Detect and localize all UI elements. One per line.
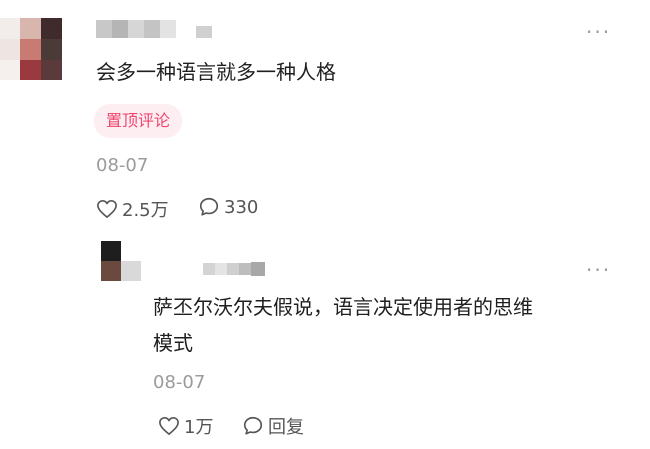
more-options-icon[interactable]: ··· [586,22,611,42]
like-count: 2.5万 [122,200,169,221]
reply-date: 08-07 [153,372,206,393]
reply-text-line-2: 模式 [153,331,193,355]
reply-like-count: 1万 [184,417,214,438]
reply-button[interactable]: 回复 [242,413,304,439]
like-button[interactable]: 2.5万 [96,196,169,222]
comment-bubble-icon [243,416,263,435]
reply-count: 330 [224,196,259,218]
reply-like-button[interactable]: 1万 [158,413,213,439]
comment-date: 08-07 [96,155,149,176]
reply-username[interactable] [203,262,265,276]
reply-label: 回复 [268,417,304,438]
reply-avatar[interactable] [101,241,141,281]
comment-text: 会多一种语言就多一种人格 [96,60,336,84]
reply-text-line-1: 萨丕尔沃尔夫假说，语言决定使用者的思维 [153,295,533,319]
reply-count-button[interactable]: 330 [198,196,258,218]
heart-icon [159,417,179,435]
reply-more-options-icon[interactable]: ··· [586,260,611,280]
comment-bubble-icon [199,197,219,216]
pinned-badge: 置顶评论 [94,104,183,138]
heart-icon [97,200,117,218]
avatar[interactable] [0,18,62,80]
username[interactable] [96,20,212,38]
